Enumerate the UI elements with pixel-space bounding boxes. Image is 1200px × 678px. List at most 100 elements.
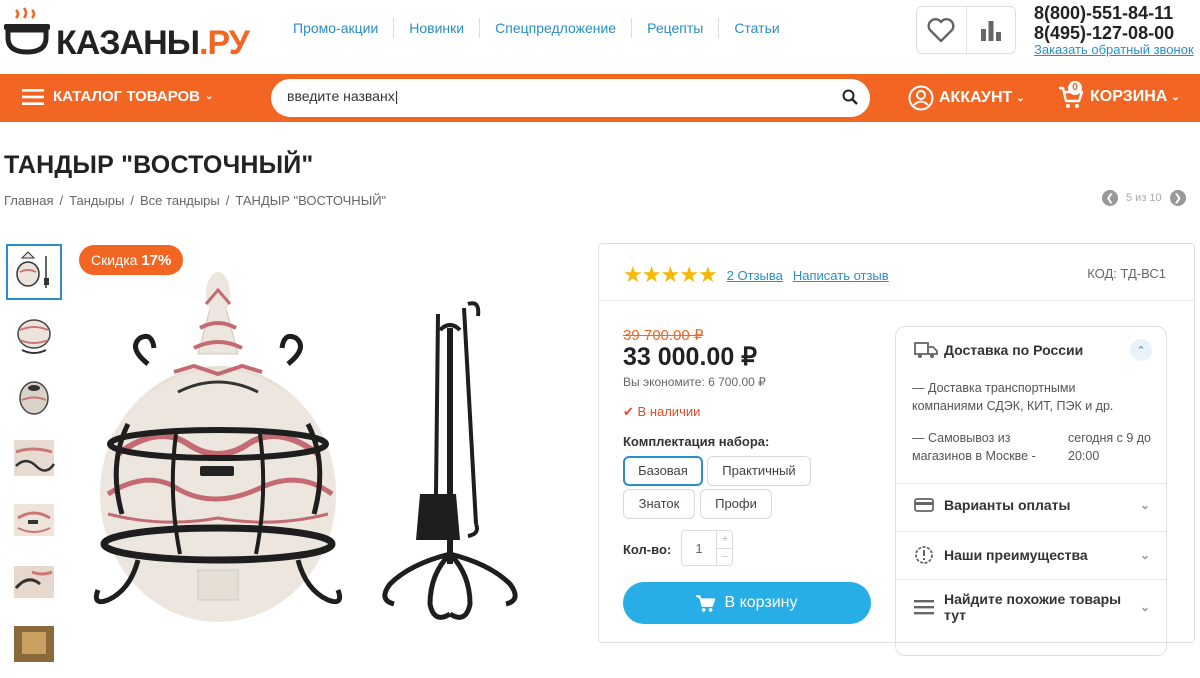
search-input[interactable] [287,88,827,104]
chevron-down-icon: ⌄ [1139,548,1150,562]
header-icon-box [916,6,1016,54]
decrement-button[interactable]: − [716,548,733,565]
delivery-title: Доставка по России [944,342,1084,358]
next-product-button[interactable]: ❯ [1169,190,1186,206]
chevron-down-icon: ⌄ [1016,92,1025,104]
quantity-value[interactable]: 1 [682,541,716,556]
thumbnail-6[interactable] [6,554,62,610]
option-practical[interactable]: Практичный [707,456,811,486]
stock-status: ✔ В наличии [623,404,700,420]
thumbnail-2[interactable] [6,306,62,362]
delivery-section-header[interactable]: Доставка по России [896,341,1166,359]
rating-stars: ★★★★★ [623,262,718,288]
add-to-cart-button[interactable]: В корзину [623,582,871,624]
info-sidebar: Доставка по России ⌃ — Доставка транспор… [895,326,1167,656]
quantity-stepper: 1 + − [681,530,733,566]
pickup-time: сегодня с 9 до 20:00 [1068,431,1151,463]
catalog-button[interactable]: КАТАЛОГ ТОВАРОВ ⌄ [22,88,213,105]
heart-icon [927,18,955,43]
star-icon: ★ [623,262,643,287]
cart-button[interactable]: 0 КОРЗИНА ⌄ [1058,81,1180,110]
divider [896,531,1166,532]
compare-button[interactable] [965,7,1015,53]
divider [599,300,1194,301]
top-nav: Промо-акции Новинки Спецпредложение Реце… [278,18,795,38]
thumbnail-5[interactable] [6,492,62,548]
favorites-button[interactable] [917,7,966,53]
tandoor-thumbnail [14,440,56,476]
thumbnail-3[interactable] [6,368,62,424]
payment-section-header[interactable]: Варианты оплаты ⌄ [896,497,1166,513]
site-logo[interactable]: КАЗАНЫ.РУ [4,6,250,62]
add-to-cart-label: В корзину [724,594,798,611]
menu-icon [22,88,44,105]
tandoor-thumbnail [14,566,54,598]
product-info-card: ★★★★★ 2 Отзыва Написать отзыв КОД: ТД-ВС… [598,243,1195,656]
breadcrumb-current: ТАНДЫР "ВОСТОЧНЫЙ" [235,193,387,208]
star-icon: ★ [679,262,699,287]
logo-main: КАЗАНЫ [56,24,200,62]
callback-link[interactable]: Заказать обратный звонок [1034,42,1194,58]
card-icon [914,497,938,513]
phone-2[interactable]: 8(495)-127-08-00 [1034,23,1194,43]
write-review-link[interactable]: Написать отзыв [793,268,889,283]
thumbnail-4[interactable] [6,430,62,486]
option-expert[interactable]: Знаток [623,489,695,519]
pager-label: 5 из 10 [1126,192,1162,204]
compare-chart-icon [980,21,1001,41]
discount-value: 17% [141,252,172,269]
increment-button[interactable]: + [716,531,733,548]
nav-new[interactable]: Новинки [393,18,479,38]
cart-count-badge: 0 [1068,81,1082,95]
chevron-down-icon: ⌄ [1139,498,1150,512]
tandoor-image [93,272,518,622]
breadcrumb-separator: / [225,193,230,208]
similar-section-header[interactable]: Найдите похожие товары тут ⌄ [896,591,1150,623]
search-button[interactable] [842,89,858,110]
pickup-text: — Самовывоз из магазинов в Москве - [912,431,1036,463]
catalog-label: КАТАЛОГ ТОВАРОВ [53,88,201,105]
product-main-image[interactable] [78,244,588,630]
nav-articles[interactable]: Статьи [718,18,794,38]
account-button[interactable]: АККАУНТ ⌄ [908,85,1025,111]
kazan-logo-icon [4,7,50,55]
tandoor-thumbnail [14,626,54,662]
tandoor-thumbnail [19,381,49,415]
thumbnail-1[interactable] [6,244,62,300]
star-icon: ★ [660,262,680,287]
cart-label: КОРЗИНА [1090,88,1168,105]
account-label: АККАУНТ [939,89,1013,106]
search-box [271,79,870,117]
star-icon: ★ [697,262,718,287]
thumbnail-7[interactable] [6,616,62,672]
breadcrumb-all-tandoors[interactable]: Все тандыры [140,193,220,208]
chevron-up-icon[interactable]: ⌃ [1130,339,1152,361]
chevron-down-icon: ⌄ [205,91,214,102]
product-code: КОД: ТД-ВС1 [1087,266,1166,281]
breadcrumb-home[interactable]: Главная [4,193,53,208]
advantages-section-header[interactable]: Наши преимущества ⌄ [896,545,1166,565]
rating-row: ★★★★★ 2 Отзыва Написать отзыв [623,262,889,288]
discount-badge: Скидка 17% [79,245,184,275]
cart-icon [696,595,716,612]
breadcrumb: Главная / Тандыры / Все тандыры / ТАНДЫР "В… [4,193,386,208]
tandoor-thumbnail [16,251,49,288]
logo-suffix: .РУ [199,24,250,62]
option-basic[interactable]: Базовая [623,456,703,486]
divider [896,483,1166,484]
tandoor-thumbnail [14,504,54,536]
nav-promo[interactable]: Промо-акции [278,18,393,38]
breadcrumb-tandoors[interactable]: Тандыры [69,193,124,208]
breadcrumb-separator: / [59,193,64,208]
chevron-down-icon: ⌄ [1139,600,1150,614]
nav-recipes[interactable]: Рецепты [631,18,718,38]
reviews-link[interactable]: 2 Отзыва [727,268,783,283]
option-pro[interactable]: Профи [700,489,772,519]
prev-product-button[interactable]: ❮ [1102,190,1118,206]
page-title: ТАНДЫР "ВОСТОЧНЫЙ" [4,151,314,179]
nav-special[interactable]: Спецпредложение [479,18,631,38]
list-icon [914,599,938,615]
kit-label: Комплектация набора: [623,434,770,449]
phone-1[interactable]: 8(800)-551-84-11 [1034,3,1194,23]
tandoor-thumbnail [17,319,51,354]
